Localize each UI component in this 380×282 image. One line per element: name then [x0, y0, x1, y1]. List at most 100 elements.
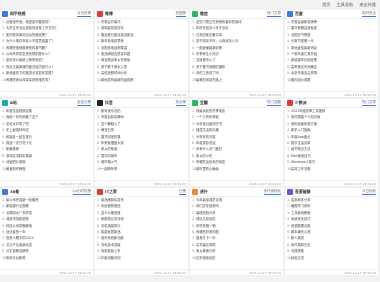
hupu-icon — [192, 189, 198, 195]
item-title[interactable]: 国内油价调整 — [291, 77, 311, 83]
hot-list: 1. 冬奥会开幕式 2. 某明星官宣恋情 3. 春运首日客流量创新高 4. 新年档电影票房 5.… — [95, 19, 188, 83]
update-time: 2021-12-17 18:00:29 — [285, 91, 378, 97]
hot-list-card: 豆瓣 热门话题 1. 你最喜欢的冬季电影 2. 一个人的年夜饭 3. 今年读过最好的书 4. 独居… — [190, 99, 283, 186]
item-title[interactable]: 一起跨年吧 — [101, 166, 117, 172]
card-title[interactable]: 36氪 — [10, 189, 19, 195]
hot-list: 1. 新年快乐合拍 2. 冬奥会精彩瞬间 3. 这个舞蹈火了 4. 萌宠日常 5. 春节回家的路 6… — [95, 108, 188, 172]
item-title[interactable]: 最美的风景在路上 — [196, 77, 222, 83]
bilibili-icon — [2, 100, 8, 106]
list-item[interactable]: 10. 某地发布最新防疫政策 — [95, 77, 188, 83]
hot-list-card: 抖音 热点榜 1. 新年快乐合拍 2. 冬奥会精彩瞬间 3. 这个舞蹈火了 4. 萌宠日常 5. 春节… — [95, 99, 188, 186]
hot-list: 1. 某品牌新机发布 2. 系统更新推送 3. 显卡价格回落 4. 新款笔记本评测 5. 手机销量… — [95, 197, 188, 261]
list-item[interactable]: 10. 经验交流 — [285, 255, 378, 261]
card-header: 豆瓣 热门话题 — [190, 99, 283, 108]
hot-list-card: 微信 热门文章 1. 这些习惯正在悄悄伤害你的身体 2. 年终总结怎么写才出彩 3. 过年回家… — [190, 10, 283, 97]
card-header: 微信 热门文章 — [190, 10, 283, 19]
list-item[interactable]: 10. 平板电脑评测 — [95, 255, 188, 261]
update-time: 2021-12-17 18:00:29 — [285, 269, 378, 275]
list-item[interactable]: 10. 电商平台新规 — [0, 255, 93, 261]
nav-tools-link[interactable]: 工具导航 — [336, 2, 353, 8]
nav-support-link[interactable]: 来支持我 — [359, 2, 376, 8]
update-time: 2021-12-17 18:00:29 — [190, 269, 283, 275]
nav-home-link[interactable]: 首页 — [322, 2, 330, 8]
item-title[interactable]: 电商平台新规 — [6, 255, 26, 261]
baidu-icon — [287, 11, 293, 17]
hot-list-card: 吾爱破解 今日热帖 1. 实用软件分享 2. 编程学习资料 3. 工具使用教程 4. 系统优化技巧… — [285, 188, 378, 275]
list-item[interactable]: 10. 过年相亲经历 — [190, 255, 283, 261]
hot-list-card: 36氪 24小时热榜 1. 某公司完成新一轮融资 2. 新能源行业观察 3. 互联网大厂年终奖… — [0, 188, 93, 275]
card-header: B站 全站日榜 — [0, 99, 93, 108]
card-tab[interactable]: 全站日榜 — [77, 100, 91, 106]
hot-list-card: 知乎热榜 今日热榜 1. 谷爱凌夺冠，她是如何做到的？ 2. 大学生毕业后该如何选择工作方… — [0, 10, 93, 97]
card-tab[interactable]: 24小时热榜 — [72, 189, 91, 195]
item-title[interactable]: 平板电脑评测 — [101, 255, 121, 261]
card-tab[interactable]: 热搜榜 — [175, 11, 186, 17]
item-title[interactable]: 高效工作流程 — [291, 166, 311, 172]
card-tab[interactable]: 热点榜 — [175, 100, 186, 106]
item-title[interactable]: 美食制作教程 — [6, 166, 26, 172]
update-time: 2021-12-17 18:00:29 — [0, 91, 93, 97]
card-header: 知乎热榜 今日热榜 — [0, 10, 93, 19]
card-header: 虎扑 步行街热帖 — [190, 188, 283, 197]
card-tab[interactable]: 步行街热帖 — [263, 189, 281, 195]
list-item[interactable]: 10. 国内油价调整 — [285, 77, 378, 83]
card-tab[interactable]: 热门话题 — [267, 100, 281, 106]
card-title[interactable]: 少数派 — [295, 100, 307, 106]
card-title[interactable]: IT之家 — [105, 189, 117, 195]
card-tab[interactable]: 实时热点 — [362, 11, 376, 17]
list-item[interactable]: 10. 有哪些看似简单实则很难的事？ — [0, 77, 93, 83]
list-item[interactable]: 10. 最美的风景在路上 — [190, 77, 283, 83]
card-header: 少数派 热门文章 — [285, 99, 378, 108]
item-title[interactable]: 某地发布最新防疫政策 — [101, 77, 134, 83]
hot-list-card: 微博 热搜榜 1. 冬奥会开幕式 2. 某明星官宣恋情 3. 春运首日客流量创新高 4. 新年档电… — [95, 10, 188, 97]
hot-list: 1. 你最喜欢的冬季电影 2. 一个人的年夜饭 3. 今年读过最好的书 4. 独居生活的乐趣 5… — [190, 108, 283, 172]
ithome-icon — [97, 189, 103, 195]
card-title[interactable]: 百度 — [295, 11, 303, 17]
hot-list: 1. 谷爱凌夺冠，她是如何做到的？ 2. 大学生毕业后该如何选择工作方向？ 3. 如何看待… — [0, 19, 93, 83]
hot-list-card: 百度 实时热点 1. 冬奥会最新奖牌榜 2. 春节假期高速免费 3. 全国天气预报 4. 元宵节是… — [285, 10, 378, 97]
hot-list: 1. 某公司完成新一轮融资 2. 新能源行业观察 3. 互联网大厂年终奖 4. 消费市场新趋势… — [0, 197, 93, 261]
douban-icon — [192, 100, 198, 106]
card-title[interactable]: 微博 — [105, 11, 113, 17]
card-header: 微博 热搜榜 — [95, 10, 188, 19]
card-header: 抖音 热点榜 — [95, 99, 188, 108]
hot-list: 1. 2021年度效率工具推荐 2. 如何搭建个人知识库 3. 我的桌面布置方案 4. 新手入… — [285, 108, 378, 172]
zhihu-icon — [2, 11, 8, 17]
update-time: 2021-12-17 18:00:29 — [95, 180, 188, 186]
card-title[interactable]: B站 — [10, 100, 17, 106]
update-time: 2021-12-17 18:00:29 — [0, 180, 93, 186]
52pojie-icon — [287, 189, 293, 195]
item-title[interactable]: 经验交流 — [291, 255, 304, 261]
card-tab[interactable]: 热门文章 — [362, 100, 376, 106]
item-title[interactable]: 城市里的小确幸 — [196, 166, 219, 172]
update-time: 2021-12-17 18:00:29 — [285, 180, 378, 186]
list-item[interactable]: 10. 高效工作流程 — [285, 166, 378, 172]
card-title[interactable]: 豆瓣 — [200, 100, 208, 106]
card-tab[interactable]: 日榜 — [179, 189, 186, 195]
hot-list-card: IT之家 日榜 1. 某品牌新机发布 2. 系统更新推送 3. 显卡价格回落 4. 新款笔记本评测… — [95, 188, 188, 275]
kr-icon — [2, 189, 8, 195]
card-tab[interactable]: 今日热榜 — [77, 11, 91, 17]
card-tab[interactable]: 热门文章 — [267, 11, 281, 17]
item-title[interactable]: 有哪些看似简单实则很难的事？ — [6, 77, 52, 83]
hot-list: 1. 年度总结视频合集 2. 我用一年时间做了这个 3. 这也太好笑了吧 4. 史上最强拜年纪… — [0, 108, 93, 172]
card-tab[interactable]: 今日热帖 — [362, 189, 376, 195]
update-time: 2021-12-17 18:00:29 — [190, 180, 283, 186]
douyin-icon — [97, 100, 103, 106]
top-nav: 首页 工具导航 来支持我 — [0, 0, 380, 9]
card-header: 36氪 24小时热榜 — [0, 188, 93, 197]
update-time: 2021-12-17 18:00:29 — [0, 269, 93, 275]
sspai-icon — [287, 100, 293, 106]
list-item[interactable]: 10. 美食制作教程 — [0, 166, 93, 172]
card-title[interactable]: 抖音 — [105, 100, 113, 106]
list-item[interactable]: 10. 一起跨年吧 — [95, 166, 188, 172]
hot-list: 1. 冬奥会最新奖牌榜 2. 春节假期高速免费 3. 全国天气预报 4. 元宵节是哪一天 5. 某… — [285, 19, 378, 83]
card-title[interactable]: 微信 — [200, 11, 208, 17]
card-title[interactable]: 吾爱破解 — [295, 189, 311, 195]
update-time: 2021-12-17 18:00:29 — [95, 91, 188, 97]
hot-list: 1. 实用软件分享 2. 编程学习资料 3. 工具使用教程 4. 系统优化技巧 5. 资源整理合集… — [285, 197, 378, 261]
card-title[interactable]: 虎扑 — [200, 189, 208, 195]
card-title[interactable]: 知乎热榜 — [10, 11, 26, 17]
item-title[interactable]: 过年相亲经历 — [196, 255, 216, 261]
list-item[interactable]: 10. 城市里的小确幸 — [190, 166, 283, 172]
